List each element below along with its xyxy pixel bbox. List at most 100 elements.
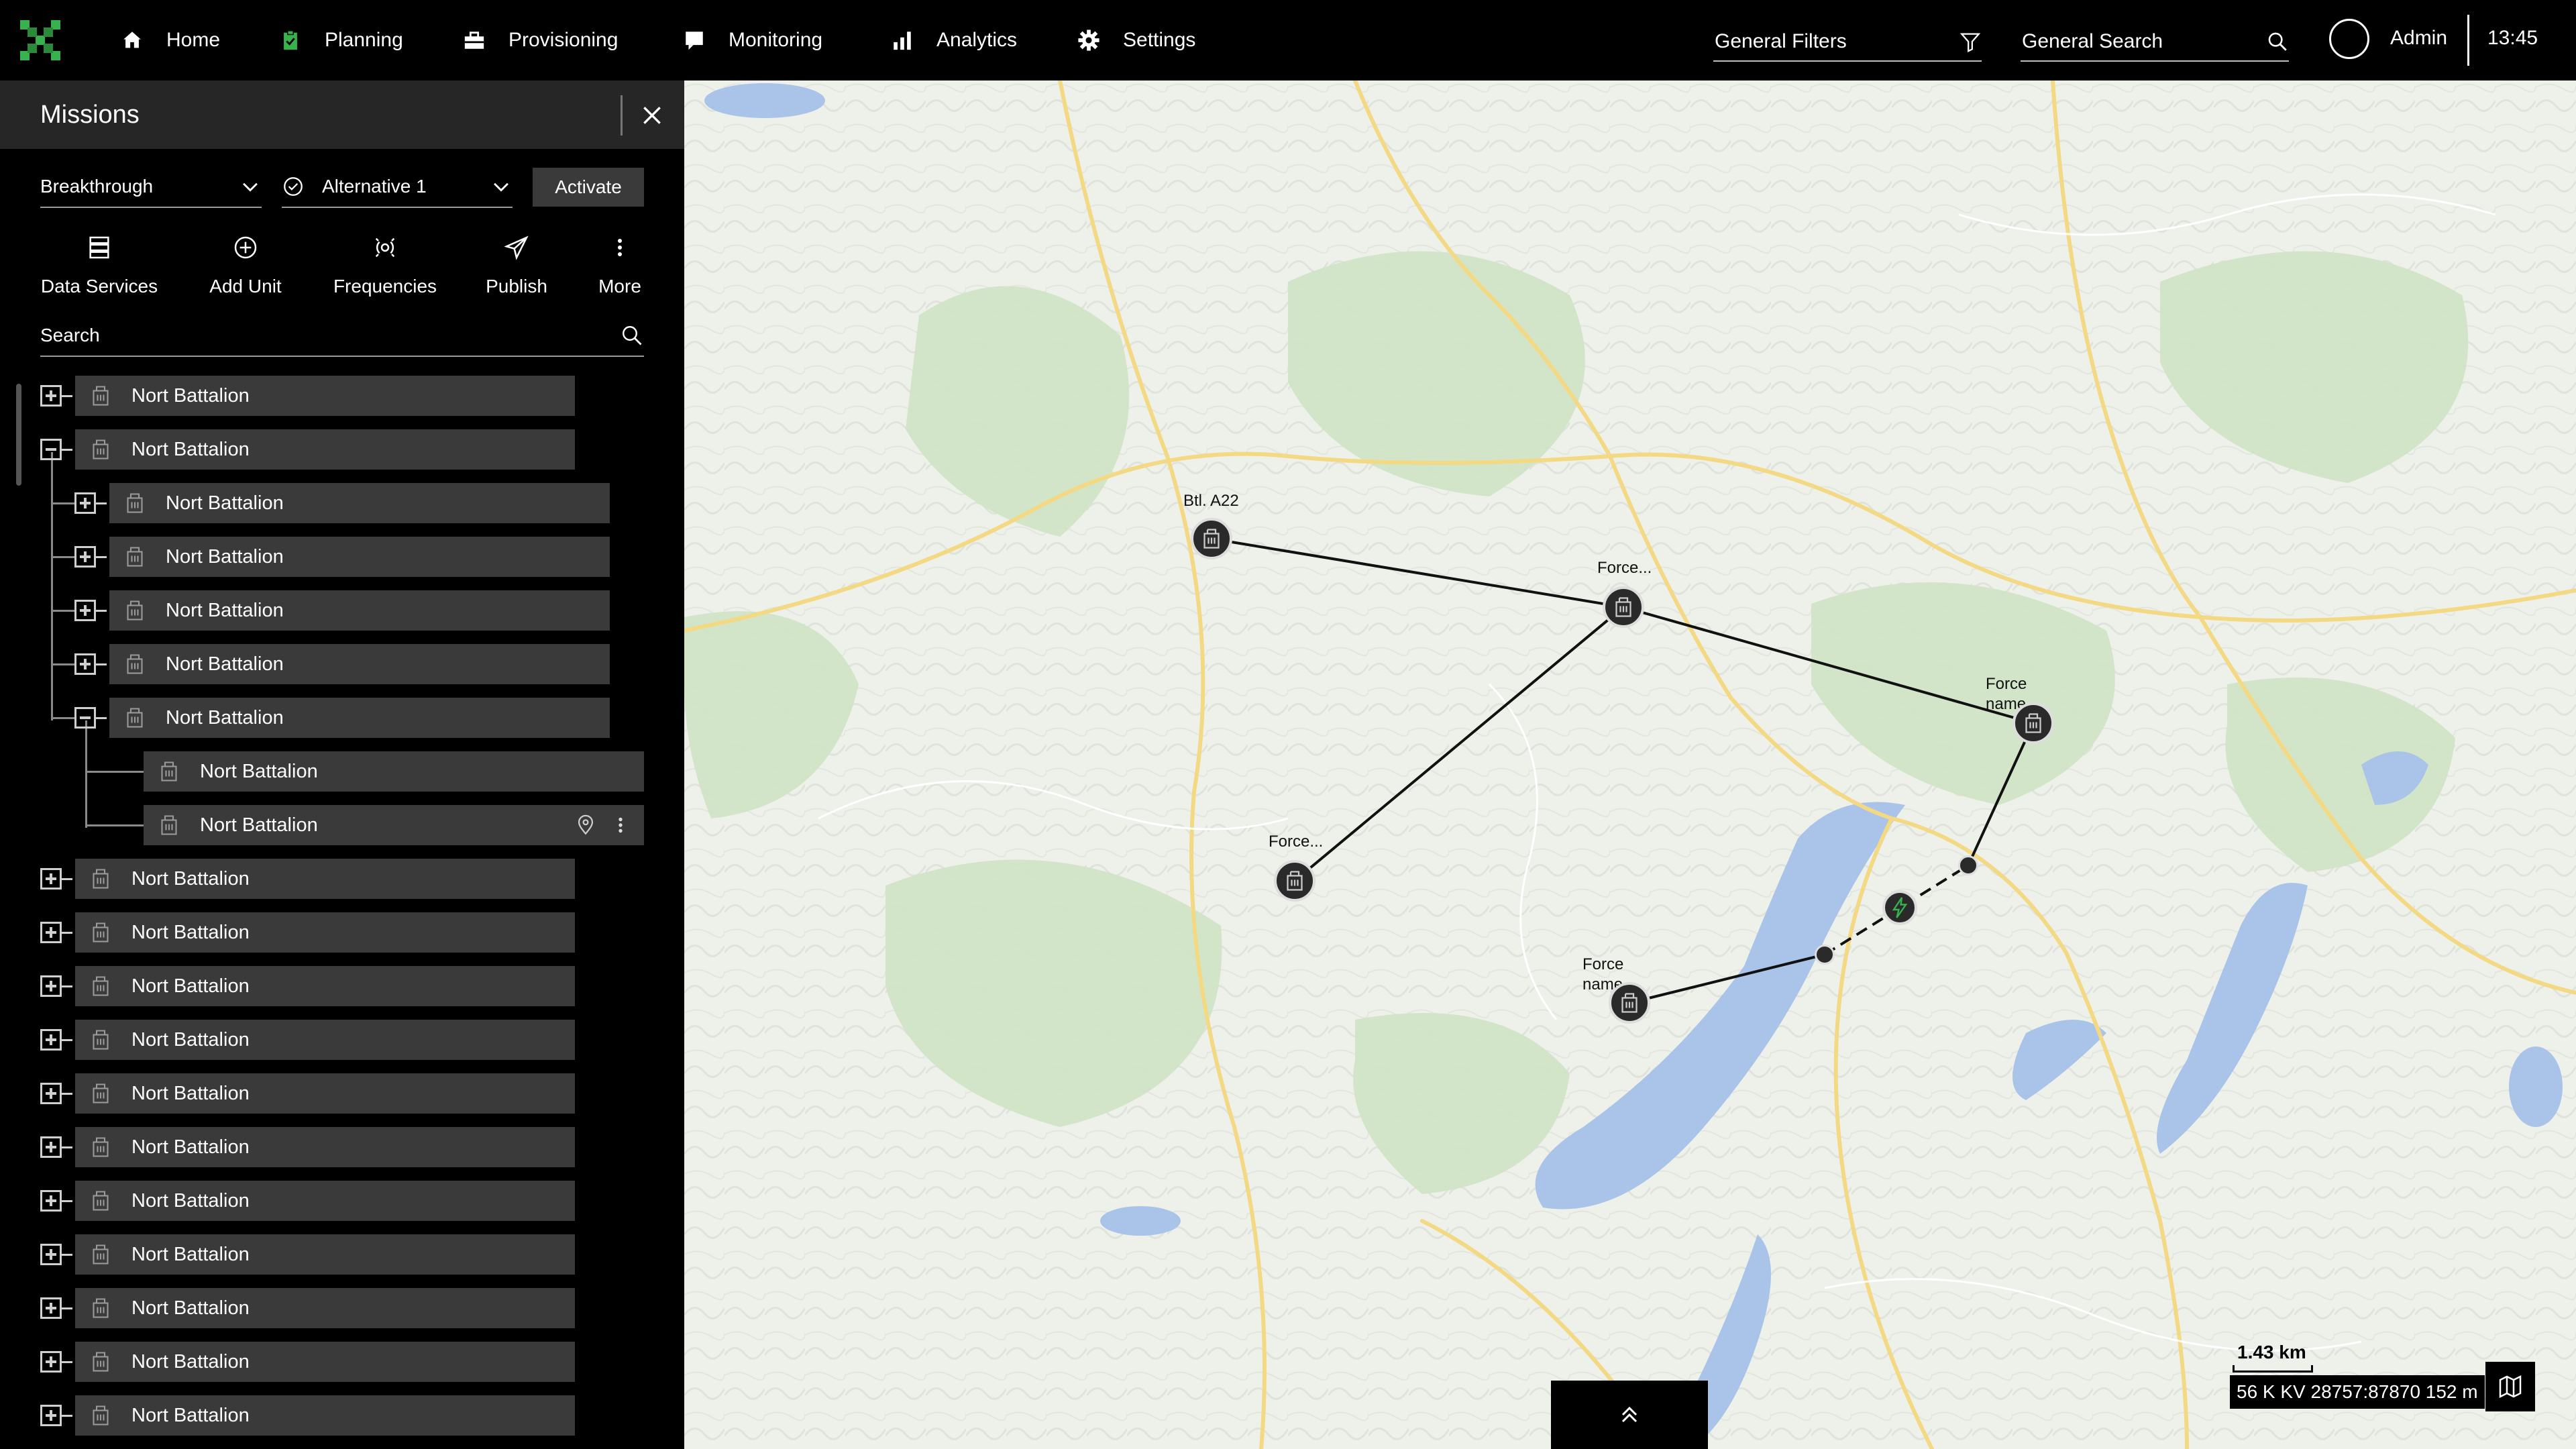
map-unit-marker[interactable]	[2012, 702, 2054, 744]
map-layers-button[interactable]	[2485, 1362, 2535, 1411]
map-unit-marker[interactable]	[1603, 586, 1644, 628]
map-coordinates: 56 K KV 28757:87870 152 m	[2230, 1375, 2485, 1409]
tree-row-label: Nort Battalion	[166, 653, 284, 675]
tree-row[interactable]: Nort Battalion	[109, 537, 610, 577]
expand-toggle[interactable]	[40, 975, 62, 997]
expand-toggle[interactable]	[40, 1136, 62, 1158]
tree-row-label: Nort Battalion	[131, 1243, 250, 1265]
tree-connector	[96, 502, 107, 504]
tree-connector	[62, 1146, 72, 1148]
chevron-down-icon	[494, 182, 508, 192]
building-icon	[93, 1191, 109, 1211]
unit-search-input[interactable]: Search	[40, 315, 644, 357]
app-logo-icon[interactable]	[20, 20, 60, 60]
collapse-toggle[interactable]	[40, 439, 62, 460]
expand-toggle[interactable]	[74, 653, 96, 675]
tree-row[interactable]: Nort Battalion	[75, 1288, 575, 1328]
tree-connector	[85, 720, 87, 828]
more-vertical-icon[interactable]	[609, 814, 632, 837]
tree-row-label: Nort Battalion	[131, 1136, 250, 1158]
map-view[interactable]: Btl. A22 Force... Force name Force... Fo…	[684, 80, 2576, 1449]
general-search-label: General Search	[2022, 30, 2163, 52]
radio-frequency-icon	[375, 237, 395, 258]
divider	[621, 95, 623, 136]
expand-bottom-panel-button[interactable]	[1551, 1381, 1708, 1449]
tree-row[interactable]: Nort Battalion	[75, 1395, 575, 1436]
nav-planning[interactable]: Planning	[279, 0, 403, 80]
building-icon	[93, 1298, 109, 1318]
nav-settings[interactable]: Settings	[1077, 0, 1195, 80]
tree-row[interactable]: Nort Battalion	[75, 429, 575, 470]
data-services-button[interactable]: Data Services	[40, 231, 158, 305]
tree-row[interactable]: Nort Battalion	[75, 1020, 575, 1060]
more-button[interactable]: More	[585, 231, 655, 305]
tree-row[interactable]: Nort Battalion	[75, 912, 575, 953]
nav-monitoring[interactable]: Monitoring	[683, 0, 822, 80]
building-icon	[1615, 597, 1631, 617]
expand-toggle[interactable]	[40, 1190, 62, 1212]
expand-toggle[interactable]	[74, 600, 96, 621]
expand-toggle[interactable]	[40, 1351, 62, 1373]
activate-button[interactable]: Activate	[533, 168, 644, 207]
tree-row[interactable]: Nort Battalion	[144, 805, 644, 845]
frequencies-button[interactable]: Frequencies	[326, 231, 444, 305]
tree-row[interactable]: Nort Battalion	[109, 644, 610, 684]
tree-row[interactable]: Nort Battalion	[109, 590, 610, 631]
close-icon[interactable]	[639, 102, 665, 129]
unit-label: Btl. A22	[1183, 492, 1239, 510]
lightning-icon	[1892, 897, 1908, 918]
map-waypoint[interactable]	[1958, 855, 1978, 875]
expand-toggle[interactable]	[40, 385, 62, 407]
general-filters-field[interactable]: General Filters	[1713, 23, 1982, 62]
building-icon	[93, 439, 109, 460]
publish-button[interactable]: Publish	[478, 231, 555, 305]
nav-planning-label: Planning	[325, 29, 403, 51]
tree-row-label: Nort Battalion	[131, 1350, 250, 1373]
filter-icon	[1960, 33, 1981, 53]
expand-toggle[interactable]	[40, 1244, 62, 1265]
map-unit-marker[interactable]	[1191, 518, 1232, 559]
map-relay-marker[interactable]	[1882, 890, 1917, 925]
expand-toggle[interactable]	[40, 1029, 62, 1051]
tree-row[interactable]: Nort Battalion	[109, 698, 610, 738]
tree-row[interactable]: Nort Battalion	[75, 1234, 575, 1275]
tree-row[interactable]: Nort Battalion	[144, 751, 644, 792]
nav-home[interactable]: Home	[121, 0, 220, 80]
expand-toggle[interactable]	[40, 922, 62, 943]
tree-row[interactable]: Nort Battalion	[109, 483, 610, 523]
tree-row[interactable]: Nort Battalion	[75, 1342, 575, 1382]
mission-select-value: Breakthrough	[40, 176, 154, 197]
tree-row[interactable]: Nort Battalion	[75, 1127, 575, 1167]
mission-select[interactable]: Breakthrough	[40, 166, 262, 208]
tree-scrollbar[interactable]	[16, 384, 21, 486]
add-unit-button[interactable]: Add Unit	[200, 231, 291, 305]
general-search-field[interactable]: General Search	[2021, 23, 2289, 62]
send-icon	[504, 235, 529, 260]
location-pin-icon[interactable]	[574, 814, 597, 837]
alternative-select[interactable]: Alternative 1	[282, 166, 513, 208]
chevron-down-icon	[243, 182, 258, 192]
expand-toggle[interactable]	[40, 1405, 62, 1426]
tree-row[interactable]: Nort Battalion	[75, 1181, 575, 1221]
map-waypoint[interactable]	[1815, 945, 1835, 965]
building-icon	[93, 1405, 109, 1426]
tree-row[interactable]: Nort Battalion	[75, 1073, 575, 1114]
expand-toggle[interactable]	[40, 868, 62, 890]
nav-analytics[interactable]: Analytics	[891, 0, 1017, 80]
map-unit-marker[interactable]	[1274, 860, 1316, 902]
expand-toggle[interactable]	[40, 1297, 62, 1319]
collapse-toggle[interactable]	[74, 707, 96, 729]
nav-provisioning[interactable]: Provisioning	[463, 0, 618, 80]
avatar[interactable]	[2329, 19, 2369, 59]
tree-connector	[51, 452, 53, 720]
expand-toggle[interactable]	[74, 492, 96, 514]
tree-row[interactable]: Nort Battalion	[75, 966, 575, 1006]
map-unit-marker[interactable]	[1609, 982, 1650, 1024]
tree-row[interactable]: Nort Battalion	[75, 376, 575, 416]
tree-row[interactable]: Nort Battalion	[75, 859, 575, 899]
username[interactable]: Admin	[2390, 27, 2447, 50]
add-circle-icon	[234, 236, 257, 259]
clipboard-icon	[284, 30, 297, 50]
expand-toggle[interactable]	[74, 546, 96, 568]
expand-toggle[interactable]	[40, 1083, 62, 1104]
